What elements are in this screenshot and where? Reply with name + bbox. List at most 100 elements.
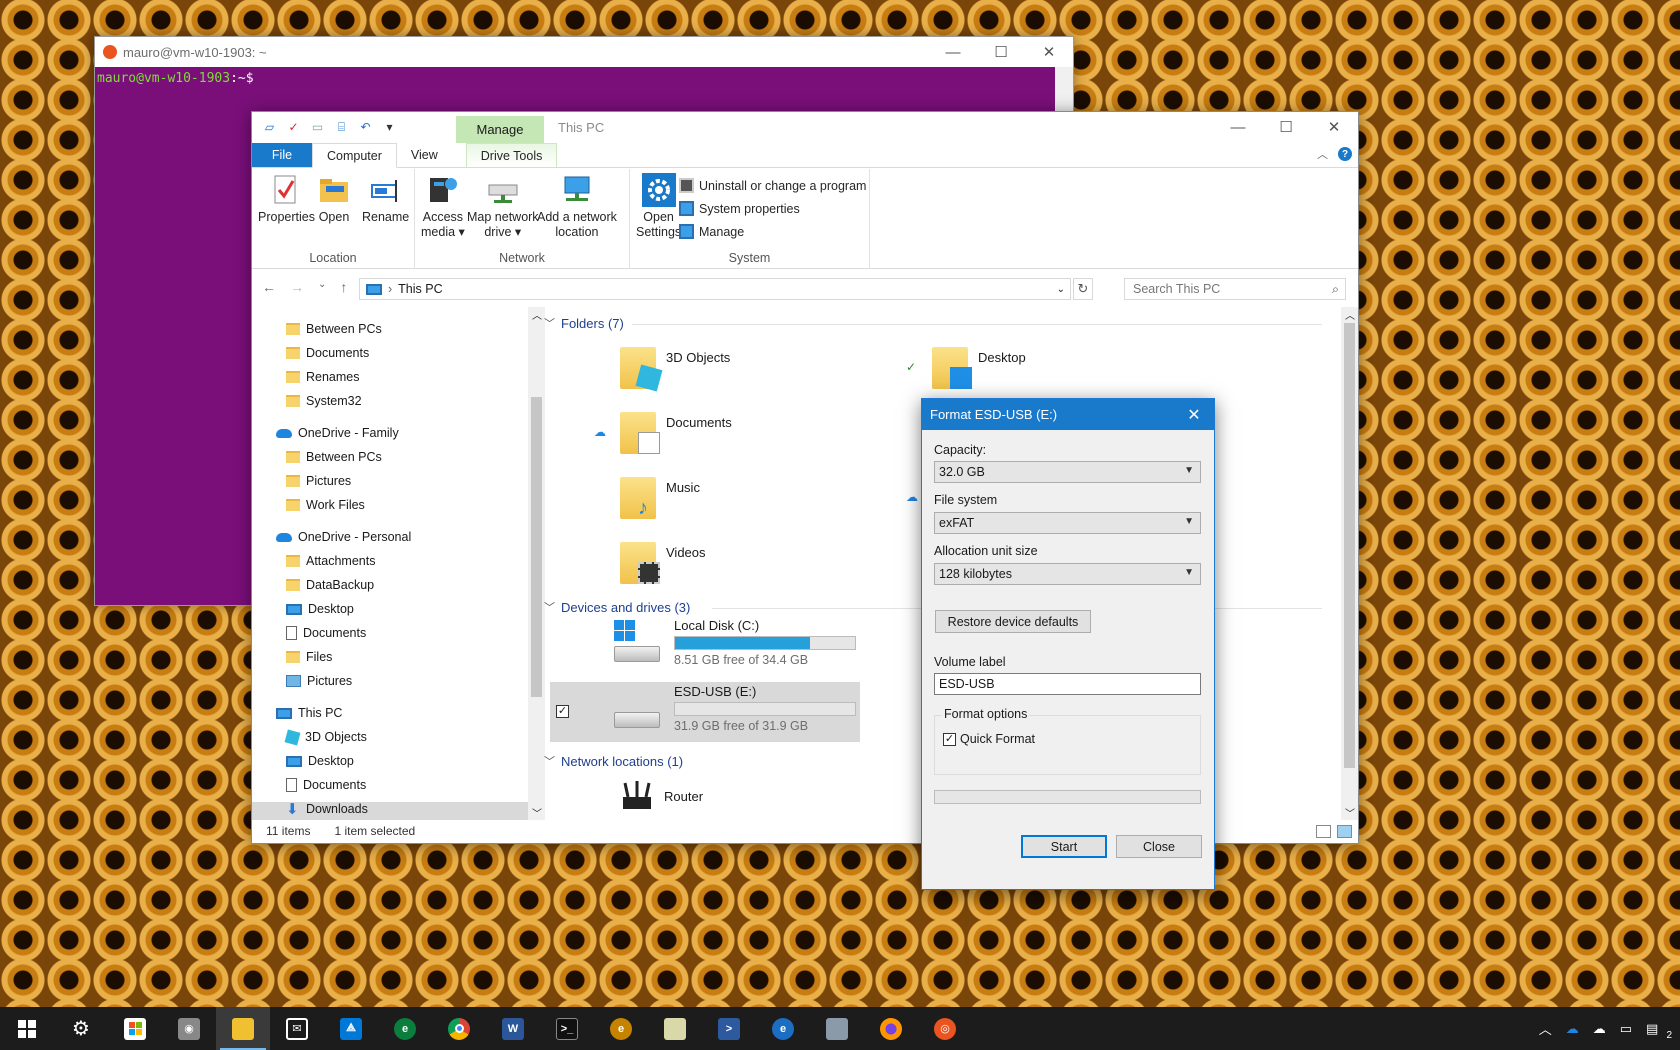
drive-tile-c[interactable]: Local Disk (C:) 8.51 GB free of 34.4 GB	[612, 618, 856, 667]
customize-qat-icon[interactable]: ▾	[382, 120, 397, 135]
add-network-location-button[interactable]: Add a network location	[537, 173, 617, 240]
taskbar-store[interactable]	[108, 1007, 162, 1050]
taskbar-edge-beta[interactable]: e	[756, 1007, 810, 1050]
taskbar-edge-dev[interactable]: e	[378, 1007, 432, 1050]
manage-button[interactable]: Manage	[679, 224, 744, 239]
terminal-titlebar[interactable]: mauro@vm-w10-1903: ~	[95, 37, 1073, 67]
network-icon[interactable]: ▭	[1620, 1021, 1632, 1037]
tab-computer[interactable]: Computer	[312, 143, 397, 168]
nav-item-onedrive-family[interactable]: OneDrive - Family	[276, 422, 399, 444]
close-icon[interactable]: ✕	[1025, 37, 1073, 67]
network-tile-router[interactable]: Router	[620, 781, 703, 811]
open-settings-button[interactable]: Open Settings	[636, 173, 681, 240]
taskbar-firefox[interactable]	[864, 1007, 918, 1050]
taskbar-mail[interactable]: ✉	[270, 1007, 324, 1050]
taskbar-settings[interactable]: ⚙	[54, 1007, 108, 1050]
folder-tile-music[interactable]: ♪ Music	[620, 477, 700, 519]
start-button[interactable]: Start	[1021, 835, 1107, 858]
new-folder-qat-icon[interactable]: ▭	[310, 120, 325, 135]
nav-item-between-pcs[interactable]: Between PCs	[286, 318, 382, 340]
manage-context-tab[interactable]: Manage	[456, 116, 544, 143]
system-properties-button[interactable]: System properties	[679, 201, 800, 216]
file-system-select[interactable]: exFAT ▼	[934, 512, 1201, 534]
volume-label-input[interactable]: ESD-USB	[934, 673, 1201, 695]
minimize-icon[interactable]: —	[1214, 112, 1262, 142]
taskbar-word[interactable]: W	[486, 1007, 540, 1050]
tab-file[interactable]: File	[252, 143, 312, 167]
folder-tile-3d-objects[interactable]: 3D Objects	[620, 347, 730, 392]
drive-tile-e[interactable]: ESD-USB (E:) 31.9 GB free of 31.9 GB	[612, 684, 856, 733]
access-media-button[interactable]: Access media ▾	[421, 173, 465, 240]
restore-defaults-button[interactable]: Restore device defaults	[935, 610, 1091, 633]
tab-drive-tools[interactable]: Drive Tools	[465, 143, 558, 167]
quick-format-checkbox[interactable]: ✓ Quick Format	[943, 732, 1035, 746]
collapse-ribbon-icon[interactable]: ︿	[1317, 146, 1328, 162]
taskbar-remote-desktop[interactable]	[810, 1007, 864, 1050]
folders-section-header[interactable]: ﹀ Folders (7)	[544, 315, 624, 331]
content-scrollbar[interactable]: ︿ ﹀	[1341, 307, 1358, 820]
taskbar-terminal[interactable]: >_	[540, 1007, 594, 1050]
maximize-icon[interactable]: ☐	[1262, 112, 1310, 142]
properties-qat-icon[interactable]: ✓	[286, 120, 301, 135]
navigation-pane[interactable]: Between PCs Documents Renames System32 O…	[252, 307, 528, 820]
close-button[interactable]: Close	[1116, 835, 1202, 858]
folder-tile-desktop[interactable]: Desktop	[932, 347, 1026, 389]
capacity-select[interactable]: 32.0 GB ▼	[934, 461, 1201, 483]
folder-tile-documents[interactable]: Documents	[620, 412, 732, 454]
nav-item-renames[interactable]: Renames	[286, 366, 360, 388]
start-button[interactable]	[0, 1007, 54, 1050]
onedrive-cloud-icon[interactable]: ☁	[1593, 1021, 1606, 1037]
taskbar-camera[interactable]: ◉	[162, 1007, 216, 1050]
scroll-up-icon[interactable]: ︿	[532, 307, 542, 322]
taskbar-file-explorer[interactable]	[216, 1007, 270, 1050]
uninstall-program-button[interactable]: Uninstall or change a program	[679, 178, 866, 193]
nav-item-onedrive-personal[interactable]: OneDrive - Personal	[276, 526, 411, 548]
nav-item-desktop[interactable]: Desktop	[286, 750, 354, 772]
close-icon[interactable]: ✕	[1174, 399, 1214, 430]
nav-item-between-pcs[interactable]: Between PCs	[286, 446, 382, 468]
properties-button[interactable]: Properties	[258, 173, 315, 225]
nav-item-pictures[interactable]: Pictures	[286, 470, 351, 492]
refresh-icon[interactable]: ↻	[1073, 278, 1093, 300]
nav-item-downloads[interactable]: ⬇ Downloads	[286, 798, 368, 820]
taskbar-chrome[interactable]	[432, 1007, 486, 1050]
scroll-down-icon[interactable]: ﹀	[532, 805, 542, 820]
nav-item-desktop[interactable]: Desktop	[286, 598, 354, 620]
nav-item-databackup[interactable]: DataBackup	[286, 574, 374, 596]
rename-button[interactable]: Rename	[362, 173, 409, 225]
format-dialog-titlebar[interactable]: Format ESD-USB (E:) ✕	[922, 399, 1214, 430]
allocation-unit-select[interactable]: 128 kilobytes ▼	[934, 563, 1201, 585]
taskbar-powershell[interactable]: >	[702, 1007, 756, 1050]
minimize-icon[interactable]: —	[929, 37, 977, 67]
nav-item-work-files[interactable]: Work Files	[286, 494, 365, 516]
devices-section-header[interactable]: ﹀ Devices and drives (3)	[544, 599, 690, 615]
up-arrow-icon[interactable]: ↑	[340, 279, 347, 295]
nav-item-3d-objects[interactable]: 3D Objects	[284, 726, 367, 748]
nav-item-pictures[interactable]: Pictures	[286, 670, 352, 692]
help-icon[interactable]: ?	[1338, 147, 1352, 161]
breadcrumb-separator-icon[interactable]: ›	[388, 282, 392, 296]
drive-checkbox[interactable]: ✓	[556, 705, 569, 718]
nav-scroll-thumb[interactable]	[531, 397, 542, 697]
close-icon[interactable]: ✕	[1310, 112, 1358, 142]
forward-arrow-icon[interactable]: →	[290, 279, 304, 295]
folder-tile-videos[interactable]: Videos	[620, 542, 706, 584]
chevron-up-icon[interactable]: ︿	[1539, 1019, 1552, 1038]
map-network-drive-button[interactable]: Map network drive ▾	[467, 173, 539, 240]
nav-item-documents[interactable]: Documents	[286, 622, 366, 644]
nav-item-attachments[interactable]: Attachments	[286, 550, 375, 572]
taskbar-azure-devops[interactable]: ⟁	[324, 1007, 378, 1050]
content-scroll-thumb[interactable]	[1344, 323, 1355, 768]
maximize-icon[interactable]: ☐	[977, 37, 1025, 67]
large-icons-view-icon[interactable]	[1337, 825, 1352, 838]
format-dialog[interactable]: Format ESD-USB (E:) ✕ Capacity: 32.0 GB …	[921, 398, 1215, 890]
back-arrow-icon[interactable]: ←	[262, 279, 276, 295]
nav-item-documents[interactable]: Documents	[286, 342, 369, 364]
nav-item-documents[interactable]: Documents	[286, 774, 366, 796]
tab-view[interactable]: View	[397, 143, 452, 167]
nav-item-system32[interactable]: System32	[286, 390, 362, 412]
onedrive-cloud-icon[interactable]: ☁	[1566, 1021, 1579, 1037]
network-section-header[interactable]: ﹀ Network locations (1)	[544, 753, 683, 769]
notification-center[interactable]: ▤ 2	[1646, 1021, 1672, 1041]
taskbar-notepad[interactable]	[648, 1007, 702, 1050]
